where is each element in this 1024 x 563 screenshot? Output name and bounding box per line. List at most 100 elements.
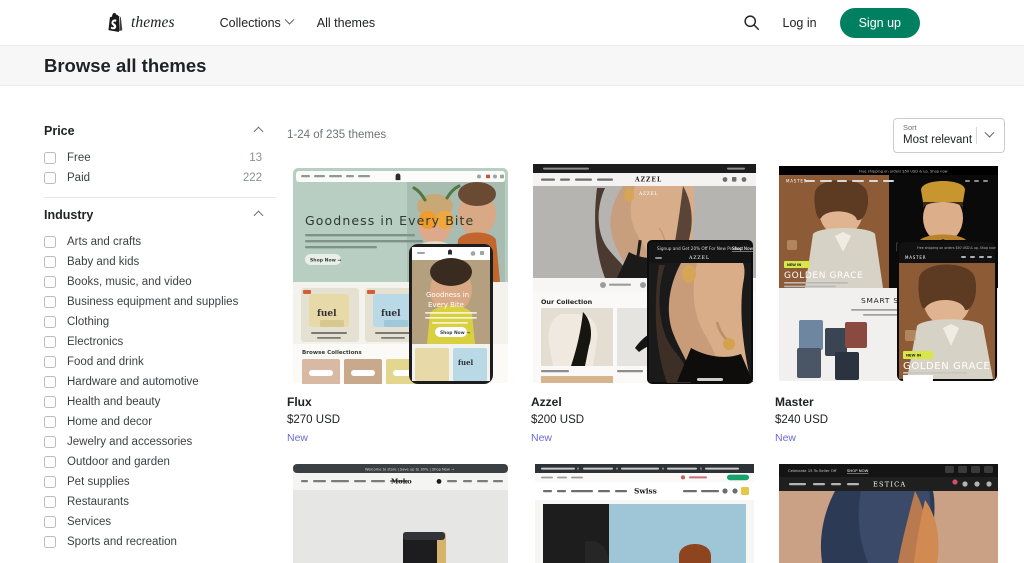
filter-group-price-title: Price xyxy=(44,124,75,138)
theme-price: $200 USD xyxy=(531,414,585,426)
filter-option-industry[interactable]: Services xyxy=(44,512,276,532)
brand-logo[interactable]: themes xyxy=(107,13,175,32)
sort-select-label: Sort xyxy=(903,123,917,132)
results-panel: 1-24 of 235 themes Sort Most relevant Go… xyxy=(287,118,1005,563)
filter-group-industry-header[interactable]: Industry xyxy=(44,202,276,232)
theme-name: Flux xyxy=(287,395,312,409)
filter-option-free-count: 13 xyxy=(249,152,262,164)
svg-text:Goodness in Every Bite: Goodness in Every Bite xyxy=(305,213,474,228)
svg-text:ESTICA: ESTICA xyxy=(873,481,906,489)
filter-option-industry[interactable]: Books, music, and video xyxy=(44,272,276,292)
svg-text:Moko: Moko xyxy=(391,478,412,486)
filter-group-industry-title: Industry xyxy=(44,208,94,222)
theme-grid: Goodness in Every Bite Shop Now → fuel f… xyxy=(287,162,1005,563)
filter-option-paid[interactable]: Paid 222 xyxy=(44,168,276,188)
checkbox-industry[interactable] xyxy=(44,236,56,248)
filter-option-industry[interactable]: Sports and recreation xyxy=(44,532,276,552)
sort-select-text: Sort Most relevant xyxy=(903,123,976,147)
filter-option-industry[interactable]: Clothing xyxy=(44,312,276,332)
sort-select[interactable]: Sort Most relevant xyxy=(893,118,1005,153)
svg-text:Browse Collections: Browse Collections xyxy=(302,350,362,356)
checkbox-industry[interactable] xyxy=(44,436,56,448)
theme-card[interactable]: AZZEL AZZEL Our Collection Signup and Ge… xyxy=(531,162,758,444)
theme-card[interactable]: Celebrate 15 To Seller Off SHOP NOW ESTI… xyxy=(775,460,1002,563)
checkbox-industry[interactable] xyxy=(44,476,56,488)
theme-badge: New xyxy=(775,432,797,444)
theme-preview-moko: Welcome to store | Save up to 30% | Shop… xyxy=(287,460,514,563)
filter-option-industry[interactable]: Electronics xyxy=(44,332,276,352)
filter-option-industry[interactable]: Health and beauty xyxy=(44,392,276,412)
svg-text:SHOP NOW: SHOP NOW xyxy=(847,468,869,473)
checkbox-free[interactable] xyxy=(44,152,56,164)
theme-thumbnail-flux[interactable]: Goodness in Every Bite Shop Now → fuel f… xyxy=(287,162,514,384)
theme-card[interactable]: Free shipping on orders $50 USD & up. Sh… xyxy=(775,162,1002,444)
checkbox-industry[interactable] xyxy=(44,296,56,308)
filter-option-industry-label: Jewelry and accessories xyxy=(67,436,193,448)
checkbox-industry[interactable] xyxy=(44,316,56,328)
svg-text:Shop Now →: Shop Now → xyxy=(310,258,341,264)
filter-option-industry-label: Clothing xyxy=(67,316,110,328)
filter-option-industry-label: Baby and kids xyxy=(67,256,140,268)
main-layout: Price Free 13 Paid 222 Industry Arts and… xyxy=(0,86,1024,563)
filter-group-price-header[interactable]: Price xyxy=(44,118,276,148)
svg-text:AZZEL: AZZEL xyxy=(688,255,710,261)
checkbox-industry[interactable] xyxy=(44,336,56,348)
filter-option-industry[interactable]: Restaurants xyxy=(44,492,276,512)
theme-card[interactable]: Goodness in Every Bite Shop Now → fuel f… xyxy=(287,162,514,444)
checkbox-industry[interactable] xyxy=(44,496,56,508)
checkbox-paid[interactable] xyxy=(44,172,56,184)
theme-thumbnail-swiss[interactable]: Swiss xyxy=(531,460,758,563)
filter-option-industry[interactable]: Food and drink xyxy=(44,352,276,372)
theme-card[interactable]: Welcome to store | Save up to 30% | Shop… xyxy=(287,460,514,563)
filter-group-industry: Industry Arts and crafts Baby and kids Boo… xyxy=(44,202,276,555)
search-icon[interactable] xyxy=(743,14,760,31)
svg-text:Swiss: Swiss xyxy=(634,487,657,496)
filter-option-industry[interactable]: Outdoor and garden xyxy=(44,452,276,472)
theme-preview-flux: Goodness in Every Bite Shop Now → fuel f… xyxy=(287,162,514,384)
theme-name: Master xyxy=(775,395,814,409)
theme-thumbnail-master[interactable]: Free shipping on orders $50 USD & up. Sh… xyxy=(775,162,1002,384)
filter-option-industry-label: Food and drink xyxy=(67,356,144,368)
filter-option-industry[interactable]: Business equipment and supplies xyxy=(44,292,276,312)
header-actions: Log in Sign up xyxy=(743,7,920,38)
filter-divider xyxy=(44,197,276,198)
theme-thumbnail-azzel[interactable]: AZZEL AZZEL Our Collection Signup and Ge… xyxy=(531,162,758,384)
theme-thumbnail-beauties[interactable]: Celebrate 15 To Seller Off SHOP NOW ESTI… xyxy=(775,460,1002,563)
theme-thumbnail-moko[interactable]: Welcome to store | Save up to 30% | Shop… xyxy=(287,460,514,563)
checkbox-industry[interactable] xyxy=(44,536,56,548)
theme-name: Azzel xyxy=(531,395,562,409)
checkbox-industry[interactable] xyxy=(44,276,56,288)
checkbox-industry[interactable] xyxy=(44,416,56,428)
filter-option-industry[interactable]: Baby and kids xyxy=(44,252,276,272)
theme-preview-azzel: AZZEL AZZEL Our Collection Signup and Ge… xyxy=(531,162,758,384)
filter-option-industry[interactable]: Jewelry and accessories xyxy=(44,432,276,452)
svg-text:MASTER: MASTER xyxy=(786,178,807,183)
checkbox-industry[interactable] xyxy=(44,256,56,268)
svg-text:NEW IN: NEW IN xyxy=(787,263,801,267)
nav-item-collections[interactable]: Collections xyxy=(220,14,295,30)
filter-option-industry[interactable]: Home and decor xyxy=(44,412,276,432)
filter-option-industry-label: Arts and crafts xyxy=(67,236,142,248)
filter-option-industry[interactable]: Hardware and automotive xyxy=(44,372,276,392)
filter-option-industry[interactable]: Pet supplies xyxy=(44,472,276,492)
filter-option-industry[interactable]: Arts and crafts xyxy=(44,232,276,252)
signup-button[interactable]: Sign up xyxy=(839,7,920,38)
filter-option-industry-label: Sports and recreation xyxy=(67,536,177,548)
svg-text:Signup and Get 20% Off For New: Signup and Get 20% Off For New Product xyxy=(657,246,744,251)
filter-option-industry-label: Pet supplies xyxy=(67,476,130,488)
sort-separator xyxy=(976,126,977,144)
checkbox-industry[interactable] xyxy=(44,516,56,528)
filter-option-list-industry: Arts and crafts Baby and kids Books, music… xyxy=(44,232,276,552)
checkbox-industry[interactable] xyxy=(44,456,56,468)
theme-price: $270 USD xyxy=(287,414,341,426)
nav-item-all-themes[interactable]: All themes xyxy=(317,16,375,30)
chevron-down-icon xyxy=(984,127,995,138)
checkbox-industry[interactable] xyxy=(44,356,56,368)
filter-option-free[interactable]: Free 13 xyxy=(44,148,276,168)
login-link[interactable]: Log in xyxy=(783,16,817,30)
page-title-band: Browse all themes xyxy=(0,46,1024,86)
checkbox-industry[interactable] xyxy=(44,396,56,408)
checkbox-industry[interactable] xyxy=(44,376,56,388)
theme-card[interactable]: Swiss xyxy=(531,460,758,563)
svg-text:AZZEL: AZZEL xyxy=(634,177,662,184)
